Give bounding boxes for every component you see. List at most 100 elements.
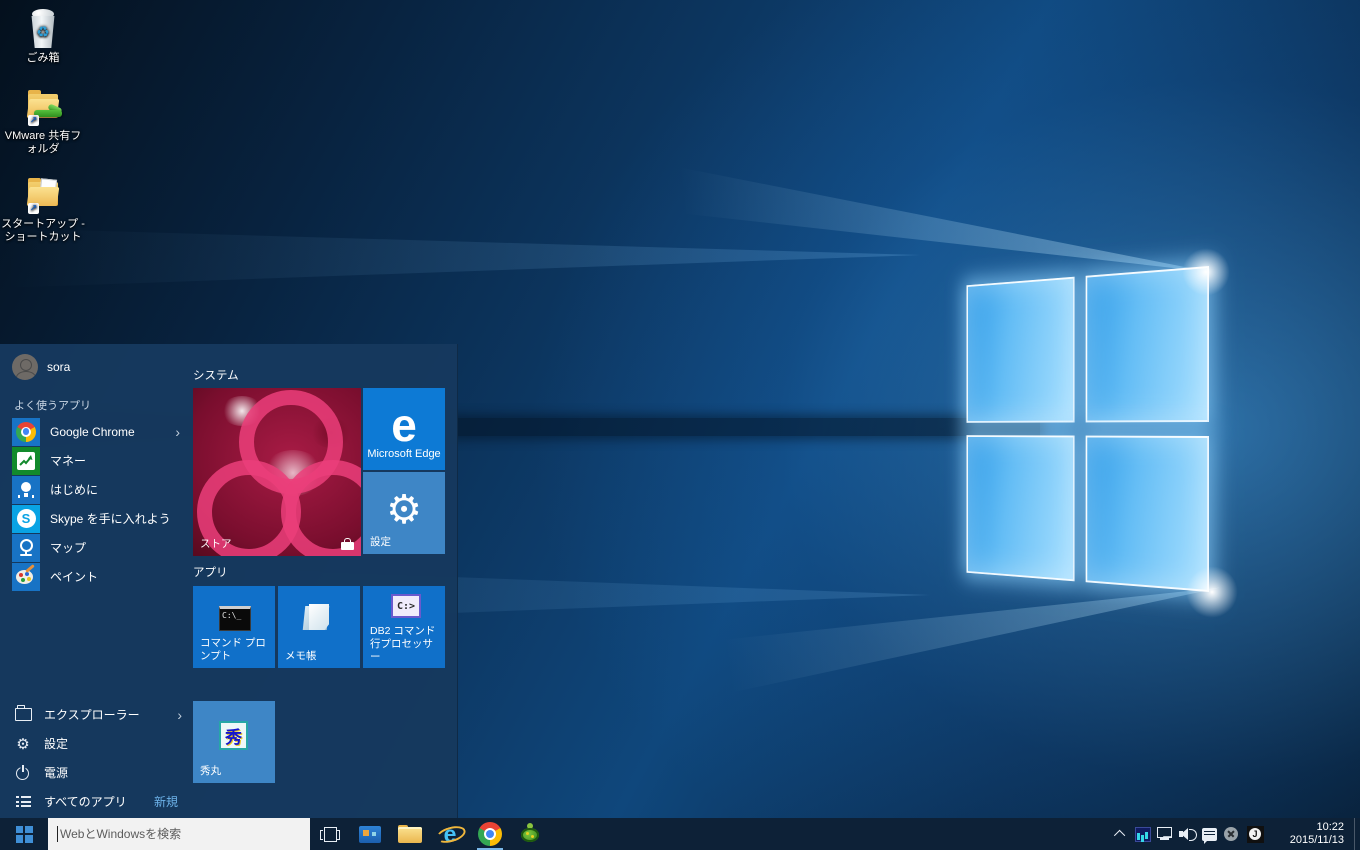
light-beam [480, 128, 1210, 278]
desktop-icon-vmware-shared-folder[interactable]: VMware 共有フォルダ [0, 86, 86, 156]
task-view-button[interactable] [310, 818, 350, 850]
tile-label: DB2 コマンド行プロセッサー [370, 625, 439, 664]
tile-hidemaru[interactable]: 秀 秀丸 [193, 701, 275, 783]
notepad-front [309, 604, 329, 630]
desktop-icon-startup-shortcut[interactable]: スタートアップ - ショートカット [0, 174, 86, 244]
tray-network-button[interactable] [1154, 818, 1176, 850]
bin-body: ♻ [30, 16, 56, 48]
tray-volume-button[interactable] [1176, 818, 1198, 850]
tray-meter-button[interactable] [1132, 818, 1154, 850]
tile-microsoft-edge[interactable]: e Microsoft Edge [363, 388, 445, 470]
tile-store[interactable]: ストア [193, 388, 361, 556]
skype-icon: S [12, 505, 40, 533]
turtle-icon [518, 823, 542, 845]
tile-command-prompt[interactable]: C:\_ コマンド プロンプト [193, 586, 275, 668]
light-beam [0, 228, 920, 288]
explorer-folder-icon [14, 706, 32, 724]
taskbar-search-box[interactable] [48, 818, 310, 850]
get-started-icon [12, 476, 40, 504]
menu-item-money[interactable]: マネー [12, 446, 182, 475]
money-app-icon [12, 447, 40, 475]
action-center-button[interactable] [1198, 818, 1220, 850]
clock-time: 10:22 [1274, 821, 1344, 834]
menu-item-label: 電源 [44, 764, 68, 781]
tray-status-button[interactable] [1220, 818, 1242, 850]
menu-item-get-started[interactable]: はじめに [12, 475, 182, 504]
menu-item-get-skype[interactable]: S Skype を手に入れよう [12, 504, 182, 533]
pinned-app-button[interactable] [350, 818, 390, 850]
store-bag-icon [341, 538, 354, 550]
map-pin-icon [16, 538, 36, 558]
chevron-right-icon: › [175, 424, 180, 440]
ime-mode-button[interactable]: J [1242, 818, 1268, 850]
vmware-shared-folder-icon [22, 86, 64, 128]
taskbar-clock[interactable]: 10:22 2015/11/13 [1274, 821, 1344, 847]
internet-explorer-icon: e [438, 822, 462, 846]
new-badge: 新規 [154, 793, 178, 810]
logo-pane [966, 435, 1074, 581]
file-explorer-icon [398, 825, 422, 844]
tile-label: 設定 [370, 536, 439, 549]
gear-icon: ⚙ [14, 735, 32, 753]
show-desktop-button[interactable] [1354, 818, 1360, 850]
hidemaru-mail-button[interactable] [510, 818, 550, 850]
all-apps-list-icon [14, 793, 32, 811]
paint-icon [12, 563, 40, 591]
skype-s-logo: S [17, 509, 36, 528]
recycle-bin-icon: ♻ [22, 8, 64, 50]
paint-dot [19, 573, 23, 577]
menu-item-settings[interactable]: ⚙ 設定 [14, 729, 184, 758]
tile-notepad[interactable]: メモ帳 [278, 586, 360, 668]
tile-label: Microsoft Edge [363, 448, 445, 460]
hidemaru-icon: 秀 [219, 721, 248, 750]
menu-item-explorer[interactable]: エクスプローラー › [14, 700, 184, 729]
menu-item-all-apps[interactable]: すべてのアプリ 新規 [14, 787, 184, 816]
bulb-rays [18, 495, 34, 498]
menu-item-google-chrome[interactable]: Google Chrome › [12, 417, 182, 446]
tile-settings[interactable]: ⚙ 設定 [363, 472, 445, 554]
menu-item-power[interactable]: 電源 [14, 758, 184, 787]
ime-icon: J [1247, 826, 1264, 843]
windows-logo-icon [16, 826, 33, 843]
internet-explorer-button[interactable]: e [430, 818, 470, 850]
volume-icon [1179, 827, 1196, 841]
maps-icon [12, 534, 40, 562]
palette-disc [16, 570, 33, 584]
text-caret [57, 826, 58, 842]
tile-group-header-apps: アプリ [193, 564, 228, 580]
volume-wave [1189, 829, 1197, 841]
menu-item-paint[interactable]: ペイント [12, 562, 182, 591]
tile-label: メモ帳 [285, 650, 354, 663]
google-chrome-button[interactable] [470, 818, 510, 850]
ime-letter: J [1249, 828, 1261, 840]
user-account-button[interactable]: sora [12, 353, 70, 381]
tile-label: 秀丸 [200, 765, 269, 778]
power-symbol [15, 765, 31, 781]
startup-shortcut-folder-icon [22, 174, 64, 216]
shell-dot [531, 835, 534, 838]
lightbulb-icon [16, 480, 36, 500]
file-explorer-button[interactable] [390, 818, 430, 850]
menu-item-label: マップ [50, 539, 86, 556]
chart-icon [17, 452, 35, 470]
notepad-icon [302, 604, 332, 632]
shortcut-arrow-icon [28, 115, 39, 126]
task-view-bracket [337, 830, 340, 840]
start-button[interactable] [0, 818, 48, 850]
search-input[interactable] [48, 818, 310, 850]
cpu-meter-icon [1135, 827, 1151, 842]
tray-chevron-button[interactable] [1110, 818, 1132, 850]
desktop-icon-label: スタートアップ - ショートカット [0, 218, 86, 244]
paint-dot [21, 578, 25, 582]
menu-item-label: Skype を手に入れよう [50, 510, 171, 527]
menu-item-maps[interactable]: マップ [12, 533, 182, 562]
desktop-icon-recycle-bin[interactable]: ♻ ごみ箱 [0, 8, 86, 65]
desktop-icon-label: ごみ箱 [0, 52, 86, 65]
menu-item-label: エクスプローラー [44, 706, 140, 723]
circle-x-icon [1224, 827, 1238, 841]
google-chrome-icon [12, 418, 40, 446]
db2-icon: C:> [391, 594, 421, 618]
tile-db2-command-line[interactable]: C:> DB2 コマンド行プロセッサー [363, 586, 445, 668]
taskbar: e J 10:22 2015/11/13 [0, 818, 1360, 850]
system-tray: J 10:22 2015/11/13 [1110, 818, 1360, 850]
